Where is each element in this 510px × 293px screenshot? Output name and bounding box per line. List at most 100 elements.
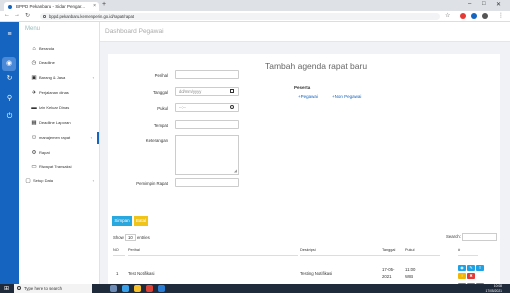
icon-rail: ≡ ◉ ↻ ⚲ ⏻: [0, 22, 19, 284]
row-tanggal: 17-05-: [382, 267, 395, 272]
box-icon: ▣: [31, 75, 37, 81]
new-tab-button[interactable]: +: [102, 1, 106, 8]
url-field[interactable]: bppd.pekanbaru.kemenperin.go.id/rapat/ra…: [40, 13, 440, 20]
sidebar-item-izin-keluar[interactable]: ▬ Izin Keluar Dinas: [19, 102, 99, 114]
sidebar-item-beranda[interactable]: ⌂ Beranda: [19, 43, 99, 55]
lock-icon: [43, 15, 46, 18]
form-card: Tambah agenda rapat baru Perihal Tanggal…: [108, 54, 500, 293]
system-clock[interactable]: 10:08 17/05/2021: [485, 284, 502, 293]
tempat-input[interactable]: [175, 120, 239, 129]
pemimpin-label: Pemimpin Rapat: [136, 181, 168, 186]
pukul-input[interactable]: --:--: [175, 103, 239, 112]
show-entries: Show 10 entries: [113, 234, 150, 241]
reload-icon[interactable]: ↻: [25, 12, 30, 19]
menu-header: Menu: [25, 26, 41, 32]
keterangan-textarea[interactable]: ◢: [175, 135, 239, 175]
view-icon[interactable]: ◉: [458, 265, 466, 271]
windows-start-icon[interactable]: ⊞: [4, 285, 9, 292]
save-button[interactable]: Simpan: [112, 216, 132, 226]
sidebar-item-label: Perjalanan dinas: [39, 90, 69, 95]
url-text: bppd.pekanbaru.kemenperin.go.id/rapat/ra…: [49, 14, 134, 19]
chevron-left-icon: ‹: [92, 75, 94, 80]
tanggal-label: Tanggal: [152, 90, 168, 95]
page-title: Dashboard Pegawai: [105, 28, 164, 35]
top-bar: Dashboard Pegawai: [100, 22, 510, 42]
clock-icon: ◷: [31, 60, 37, 66]
sidebar-item-label: Barang & Jasa: [39, 75, 66, 80]
task-view-icon[interactable]: [110, 285, 117, 292]
plane-icon: ✈: [31, 90, 37, 96]
sidebar-item-barang-jasa[interactable]: ▣ Barang & Jasa ‹: [19, 72, 99, 84]
table-header-action[interactable]: #: [458, 245, 478, 256]
form-title: Tambah agenda rapat baru: [265, 61, 368, 71]
hamburger-icon[interactable]: ≡: [5, 30, 14, 39]
perihal-label: Perihal: [154, 73, 168, 78]
file-explorer-icon[interactable]: [134, 285, 141, 292]
delete-icon[interactable]: ✖: [467, 273, 475, 279]
sidebar-item-label: Rapat: [39, 150, 50, 155]
close-window-icon[interactable]: ✕: [496, 1, 501, 8]
entries-select[interactable]: 10: [124, 234, 136, 241]
perihal-input[interactable]: [175, 70, 239, 79]
card-icon: ▭: [31, 164, 37, 170]
edit-icon[interactable]: ✎: [467, 265, 475, 271]
cancel-button[interactable]: Batal: [134, 216, 148, 226]
sidebar-item-setup-data[interactable]: ▢ Setup Data ‹: [19, 175, 99, 187]
forward-icon[interactable]: →: [14, 12, 20, 18]
add-non-pegawai-link[interactable]: +Non Pegawai: [332, 94, 361, 99]
meeting-icon: ⚇: [31, 135, 37, 141]
edge-icon[interactable]: [122, 285, 129, 292]
user-icon[interactable]: ◉: [2, 57, 16, 71]
table-header-no[interactable]: NO: [113, 245, 125, 256]
sidebar-item-deadline[interactable]: ◷ Deadline: [19, 57, 99, 69]
search-input[interactable]: [462, 233, 497, 241]
add-pegawai-link[interactable]: +Pegawai: [298, 94, 318, 99]
sidebar-item-label: Setup Data: [33, 178, 54, 183]
back-icon[interactable]: ←: [4, 12, 10, 18]
calendar-icon[interactable]: [230, 89, 234, 93]
pemimpin-input[interactable]: [175, 178, 239, 187]
close-tab-icon[interactable]: ×: [93, 2, 96, 11]
sidebar-item-deadline-laporan[interactable]: ▦ Deadline Laporan: [19, 117, 99, 129]
chevron-down-icon: ‹: [90, 135, 92, 140]
row-no: 1: [116, 271, 119, 276]
sidebar-item-label: Deadline: [39, 60, 55, 65]
sidebar-item-riwayat-transaksi[interactable]: ▭ Riwayat Transaksi: [19, 161, 99, 173]
chrome-icon[interactable]: [146, 285, 153, 292]
tanggal-input[interactable]: dd/mm/yyyy: [175, 87, 239, 96]
window-icon: ▢: [25, 178, 31, 184]
browser-menu-icon[interactable]: ⋮: [498, 12, 504, 19]
refresh-icon[interactable]: ↻: [5, 74, 14, 83]
sidebar-item-rapat[interactable]: ⚙ Rapat: [19, 147, 99, 159]
extension-icon[interactable]: [471, 13, 477, 19]
extension-icon[interactable]: [460, 13, 466, 19]
row-perihal: Test Notifikasi: [128, 271, 155, 276]
main-content: Tambah agenda rapat baru Perihal Tanggal…: [100, 42, 510, 293]
sidebar-menu: Menu ⌂ Beranda ◷ Deadline ▣ Barang & Jas…: [19, 22, 100, 284]
location-icon[interactable]: ⚲: [5, 94, 14, 103]
sidebar-item-label: manajemen rapat: [39, 135, 71, 140]
minimize-icon[interactable]: –: [468, 1, 471, 7]
sidebar-item-perjalanan-dinas[interactable]: ✈ Perjalanan dinas: [19, 87, 99, 99]
notify-icon[interactable]: !: [458, 273, 466, 279]
table-header-pukul[interactable]: Pukul: [405, 245, 423, 256]
row-deskripsi: Testing Notifikasi: [300, 271, 333, 276]
sidebar-item-manajemen-rapat[interactable]: ⚇ manajemen rapat ‹: [19, 132, 99, 144]
profile-avatar[interactable]: [482, 13, 488, 19]
browser-tab[interactable]: BPPD Pekanbaru - Sidar Pengar... ×: [4, 2, 99, 11]
app-icon[interactable]: [158, 285, 165, 292]
table-header-perihal[interactable]: Perihal: [128, 245, 298, 256]
share-icon[interactable]: ⇪: [476, 265, 484, 271]
calendar-icon: ▦: [31, 120, 37, 126]
sidebar-item-label: Izin Keluar Dinas: [39, 105, 70, 110]
maximize-icon[interactable]: □: [482, 1, 486, 7]
clock-icon[interactable]: [230, 105, 234, 109]
windows-taskbar: ⊞ Type here to search 10:08 17/05/2021: [0, 284, 510, 293]
taskbar-search-input[interactable]: Type here to search: [14, 284, 92, 293]
clock-date: 17/05/2021: [485, 288, 502, 293]
table-header-tanggal[interactable]: Tanggal: [382, 245, 400, 256]
bookmark-icon[interactable]: ☆: [445, 12, 450, 19]
row-pukul: 11:00: [405, 267, 416, 272]
power-icon[interactable]: ⏻: [5, 112, 14, 121]
resize-grip-icon[interactable]: ◢: [234, 168, 237, 173]
